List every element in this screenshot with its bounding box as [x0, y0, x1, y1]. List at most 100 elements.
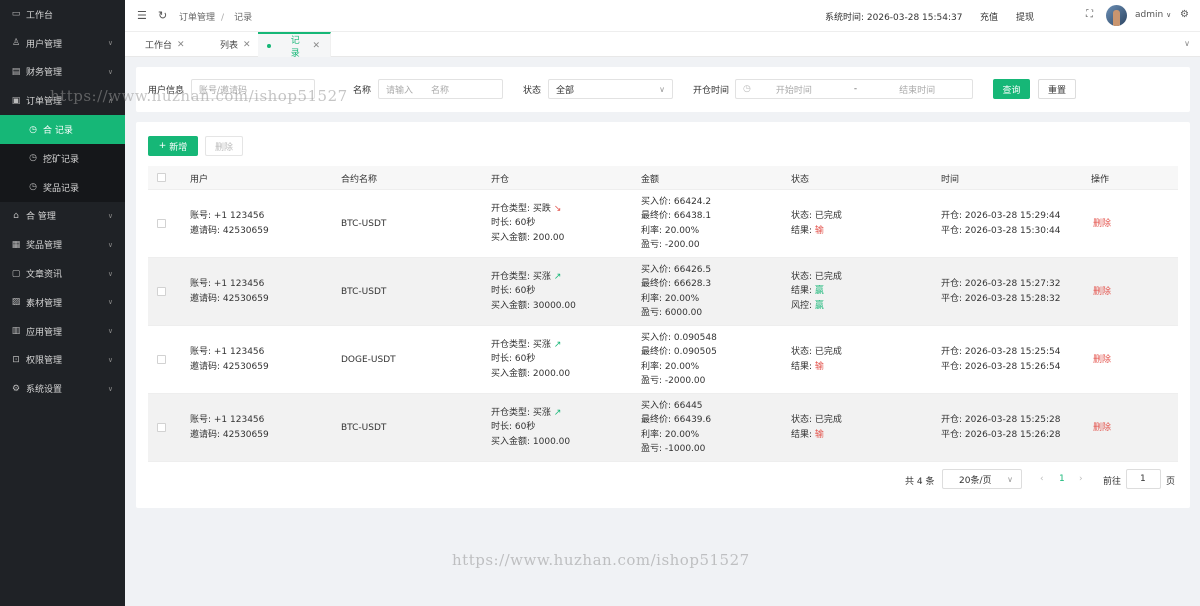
column-header-contract: 合约名称: [341, 175, 378, 185]
tab-label: 工作台: [145, 41, 173, 51]
sidebar-item[interactable]: ⌂ 合 管理 ∨: [0, 202, 125, 231]
table-row: 账号: +1 123456 邀请码: 42530659 BTC-USDT 开仓类型: …: [148, 394, 1178, 462]
pnl-text: 盈亏: -200.00: [641, 240, 700, 250]
sidebar-item[interactable]: ⚙ 系统设置 ∨: [0, 374, 125, 403]
tab-label: 列表: [220, 41, 239, 51]
result-value: 赢: [814, 286, 824, 296]
row-checkbox[interactable]: [157, 287, 166, 296]
delete-row-link[interactable]: 删除: [1093, 353, 1111, 367]
column-header-time: 时间: [941, 175, 960, 185]
status-label: 状态:: [791, 211, 815, 221]
sidebar-item-label: 奖品记录: [43, 183, 80, 194]
status-line: 状态: 已完成: [791, 345, 842, 359]
chevron-down-icon: ∨: [107, 269, 113, 278]
start-time-placeholder: 开始时间: [775, 85, 812, 96]
close-icon[interactable]: ✕: [243, 40, 251, 50]
result-line: 结果: 赢: [791, 284, 824, 298]
delete-button[interactable]: 删除: [205, 136, 243, 156]
delete-row-link[interactable]: 删除: [1093, 217, 1111, 231]
column-header-user: 用户: [190, 175, 209, 185]
rate-text: 利率: 20.00%: [641, 430, 700, 440]
sidebar-item[interactable]: ▤ 财务管理 ∨: [0, 58, 125, 87]
contract-name: BTC-USDT: [341, 423, 387, 433]
close-icon[interactable]: ✕: [177, 40, 185, 50]
sidebar-item[interactable]: ▢ 文章资讯 ∨: [0, 259, 125, 288]
sidebar-item[interactable]: ▦ 奖品管理 ∨: [0, 230, 125, 259]
sidebar-item[interactable]: ♙ 用户管理 ∨: [0, 29, 125, 58]
sidebar-item[interactable]: ⊡ 权限管理 ∨: [0, 346, 125, 375]
monitor-icon: ▭: [11, 9, 21, 20]
status-label: 状态:: [791, 415, 815, 425]
close-time-text: 平仓: 2026-03-28 15:28:32: [941, 294, 1061, 304]
pagination-total: 共 4 条: [905, 477, 935, 487]
prev-page-icon[interactable]: ‹: [1040, 474, 1044, 484]
status-select[interactable]: 全部 ∨: [548, 79, 673, 99]
sidebar-item[interactable]: ◷ 奖品记录: [0, 172, 125, 202]
buy-amount-text: 买入金额: 1000.00: [491, 437, 571, 447]
page-size-select[interactable]: 20条/页 ∨: [942, 469, 1022, 489]
name-label: 名称: [353, 86, 372, 96]
settings-gear-icon[interactable]: ⚙: [1180, 9, 1189, 20]
trend-up-arrow-icon: ↗: [553, 408, 562, 418]
gear-icon: ⚙: [11, 383, 21, 394]
fullscreen-icon[interactable]: ⛶: [1086, 9, 1093, 20]
user-menu[interactable]: admin ∨: [1135, 10, 1171, 20]
username: admin: [1135, 10, 1164, 20]
plus-icon: +: [158, 141, 167, 151]
status-label: 状态:: [791, 272, 815, 282]
sidebar-item[interactable]: ▥ 应用管理 ∨: [0, 317, 125, 346]
close-icon[interactable]: ✕: [312, 41, 320, 51]
sidebar-item[interactable]: ◷ 合 记录: [0, 115, 125, 144]
contract-name: BTC-USDT: [341, 287, 387, 297]
refresh-icon[interactable]: ↻: [158, 9, 167, 22]
trend-up-arrow-icon: ↗: [553, 340, 562, 350]
delete-row-link[interactable]: 删除: [1093, 421, 1111, 435]
breadcrumb-parent[interactable]: 订单管理: [179, 13, 215, 23]
next-page-icon[interactable]: ›: [1079, 474, 1083, 484]
tab-label: 记录: [290, 35, 300, 59]
name-input[interactable]: 请输入 名称: [378, 79, 503, 99]
sidebar-item[interactable]: ▭ 工作台: [0, 0, 125, 29]
status-select-value: 全部: [556, 85, 575, 96]
final-price-text: 最终价: 66628.3: [641, 279, 712, 289]
tab-workbench[interactable]: 工作台 ✕: [135, 32, 195, 57]
goto-page-input[interactable]: 1: [1126, 469, 1161, 489]
status-line: 状态: 已完成: [791, 413, 842, 427]
tab-records[interactable]: 记录 ✕: [258, 32, 331, 59]
row-checkbox[interactable]: [157, 423, 166, 432]
chevron-down-icon: ∨: [107, 327, 113, 336]
close-time-text: 平仓: 2026-03-28 15:30:44: [941, 226, 1061, 236]
lock-icon: ⊡: [12, 354, 20, 365]
watermark-text: https://www.huzhan.com/ishop51527: [452, 551, 750, 569]
buy-price-text: 买入价: 66445: [641, 401, 703, 411]
row-checkbox[interactable]: [157, 219, 166, 228]
sidebar-item[interactable]: ▨ 素材管理 ∨: [0, 288, 125, 317]
risk-value: 赢: [814, 301, 824, 311]
duration-text: 时长: 60秒: [491, 422, 536, 432]
chevron-down-icon: ∨: [1166, 11, 1172, 19]
duration-text: 时长: 60秒: [491, 286, 536, 296]
recharge-link[interactable]: 充值: [980, 10, 998, 23]
top-header: ☰ ↻ 订单管理 / 记录 系统时间: 2026-03-28 15:54:37 充值…: [125, 0, 1200, 32]
result-line: 结果: 输: [791, 428, 824, 442]
tabs-more-chevron-icon[interactable]: ∨: [1184, 39, 1190, 48]
select-all-checkbox[interactable]: [157, 173, 166, 182]
delete-row-link[interactable]: 删除: [1093, 285, 1111, 299]
tab-list[interactable]: 列表 ✕: [210, 32, 261, 57]
withdraw-link[interactable]: 提现: [1016, 10, 1034, 23]
sidebar-item[interactable]: ◷ 挖矿记录: [0, 143, 125, 173]
app-icon: ▥: [11, 326, 21, 337]
current-page[interactable]: 1: [1059, 474, 1065, 484]
add-button[interactable]: + 新增: [148, 136, 198, 156]
row-checkbox[interactable]: [157, 355, 166, 364]
result-line: 结果: 输: [791, 360, 824, 374]
sidebar-item-label: 合 记录: [43, 126, 73, 137]
name-placeholder-a: 请输入: [386, 85, 414, 96]
reset-button[interactable]: 重置: [1038, 79, 1076, 99]
open-time-range-picker[interactable]: ◷ 开始时间 - 结束时间: [735, 79, 973, 99]
search-button[interactable]: 查询: [993, 79, 1030, 99]
column-header-amount: 金额: [641, 175, 660, 185]
menu-toggle-icon[interactable]: ☰: [137, 9, 147, 22]
close-time-text: 平仓: 2026-03-28 15:26:28: [941, 430, 1061, 440]
avatar[interactable]: [1106, 5, 1127, 26]
